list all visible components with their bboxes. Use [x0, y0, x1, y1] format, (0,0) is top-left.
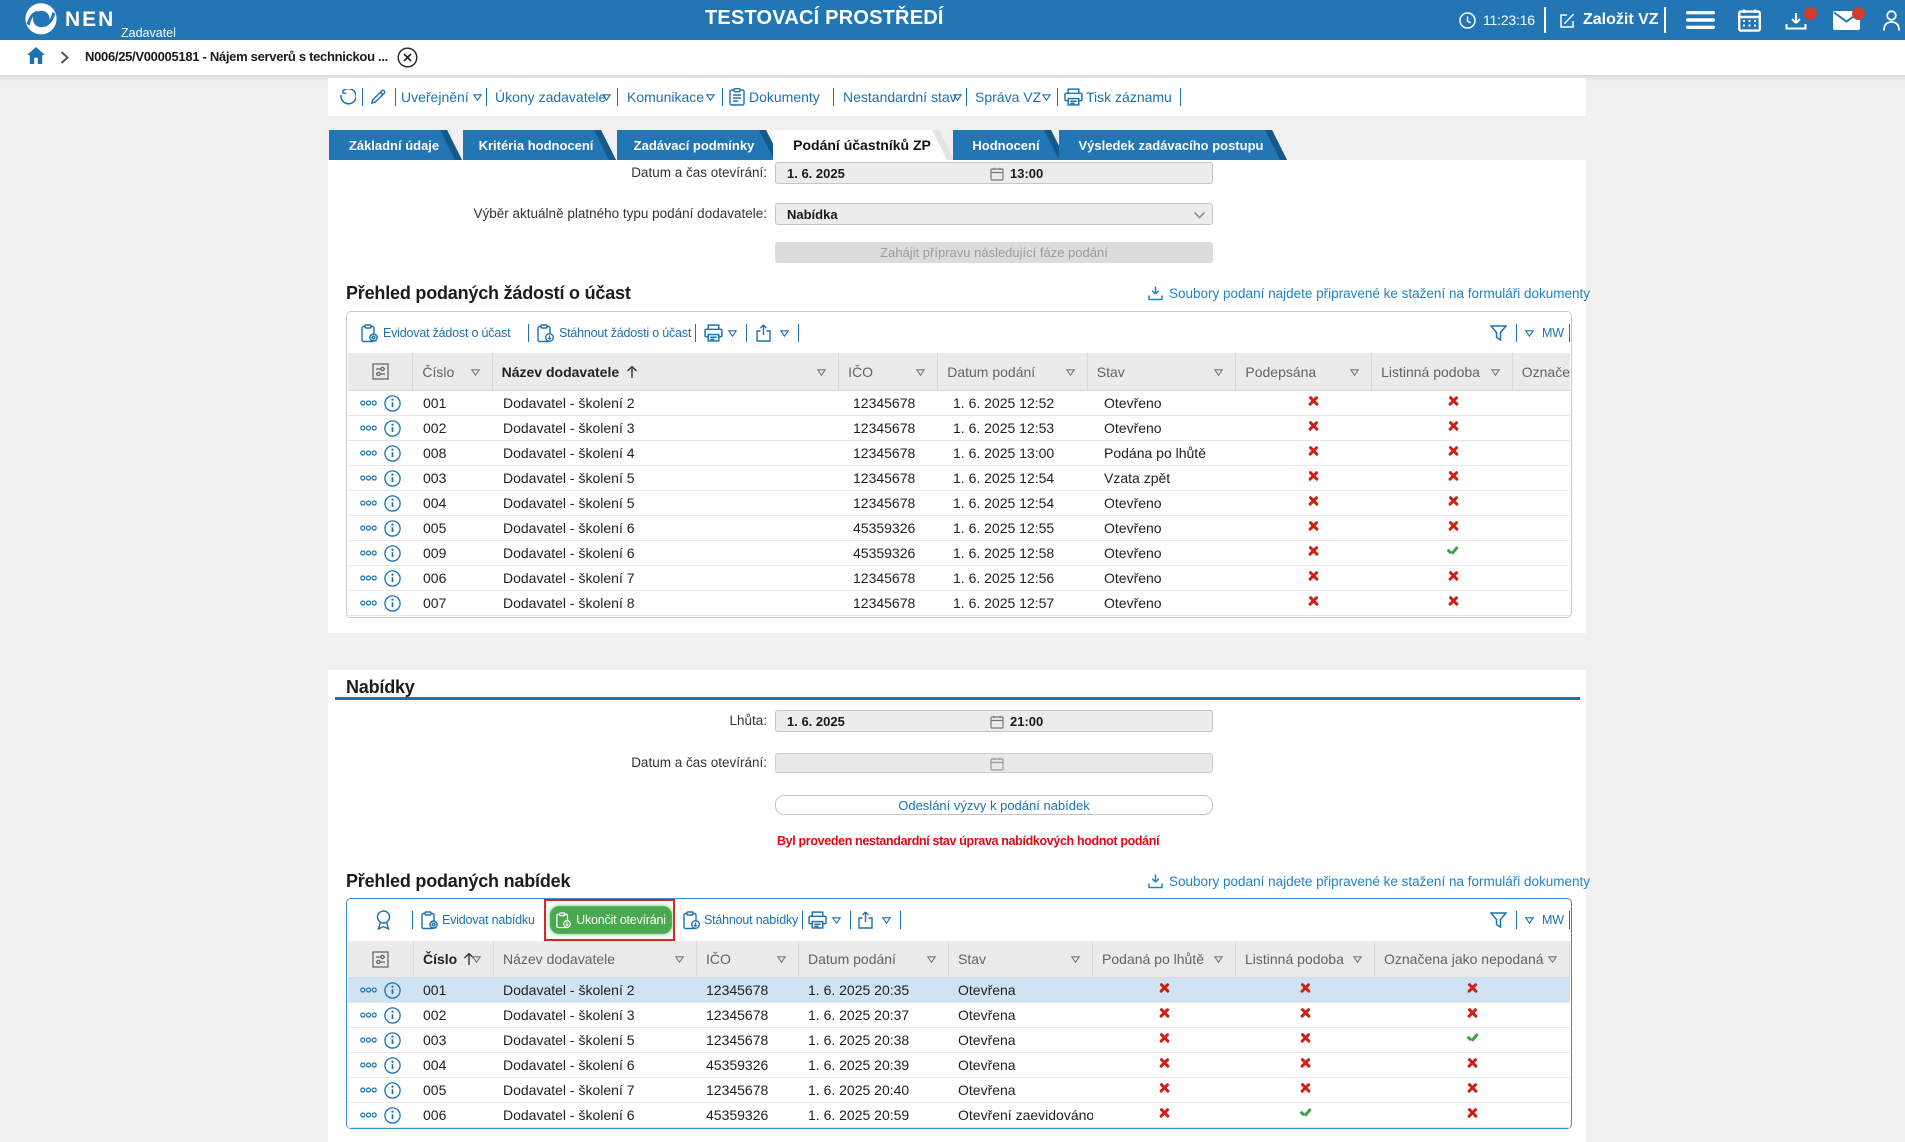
svg-text:Základní údaje: Základní údaje: [349, 138, 439, 153]
svg-text:Hodnocení: Hodnocení: [972, 138, 1040, 153]
svg-text:Podání účastníků ZP: Podání účastníků ZP: [793, 137, 931, 153]
svg-text:Výsledek zadávacího postupu: Výsledek zadávacího postupu: [1079, 138, 1264, 153]
svg-text:Kritéria hodnocení: Kritéria hodnocení: [479, 138, 594, 153]
svg-text:Zadávací podmínky: Zadávací podmínky: [634, 138, 755, 153]
